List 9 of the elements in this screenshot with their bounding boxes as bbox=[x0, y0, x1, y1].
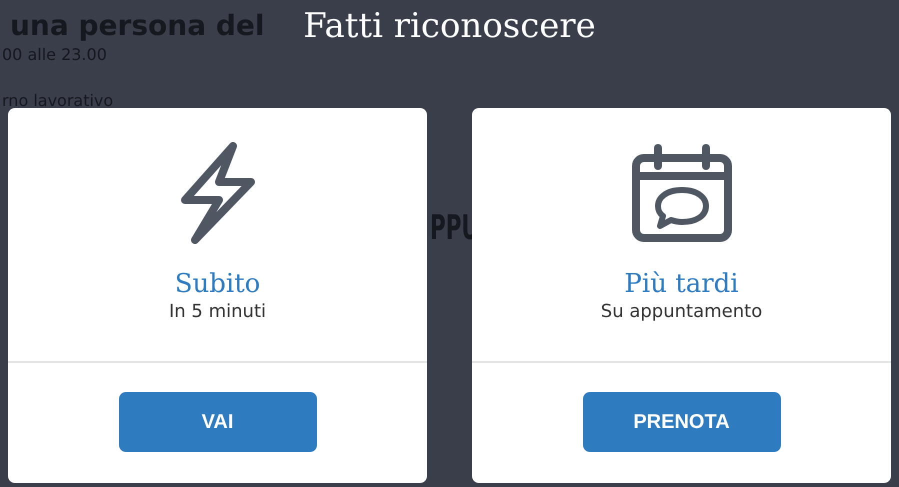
modal-title: Fatti riconoscere bbox=[303, 5, 596, 48]
option-subtitle: In 5 minuti bbox=[168, 300, 266, 324]
option-title: Più tardi bbox=[624, 268, 739, 300]
option-title: Subito bbox=[174, 268, 260, 300]
lightning-icon bbox=[178, 142, 256, 244]
option-subtitle: Su appuntamento bbox=[600, 300, 762, 324]
calendar-chat-icon bbox=[630, 144, 734, 242]
option-button[interactable]: VAI bbox=[118, 392, 316, 452]
option-button[interactable]: PRENOTA bbox=[582, 392, 780, 452]
